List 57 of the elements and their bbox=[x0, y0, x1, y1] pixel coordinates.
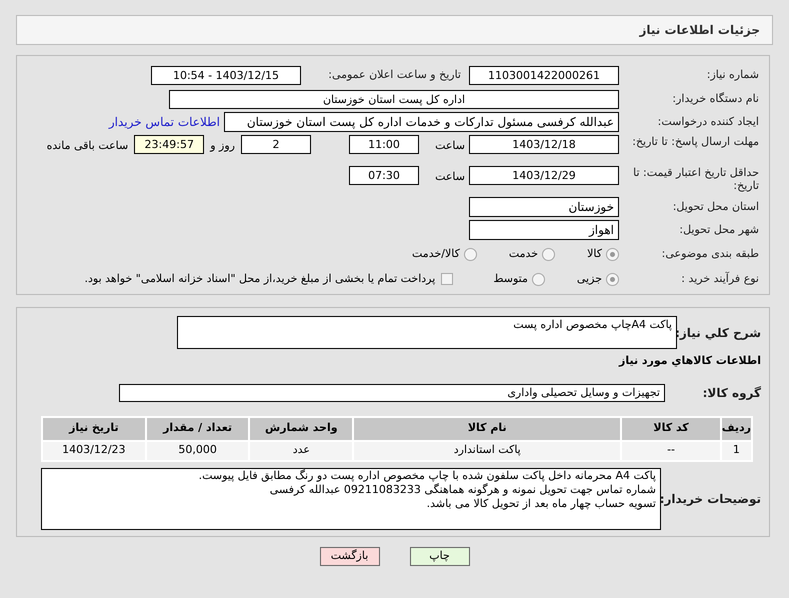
field-label: استان محل تحویل: bbox=[672, 198, 759, 215]
field-value: عبدالله کرفسی مسئول تدارکات و خدمات اداره کل پست استان خوزستان bbox=[224, 112, 619, 132]
column-header: تعداد / مقدار bbox=[146, 416, 250, 440]
radio-button[interactable] bbox=[606, 248, 619, 260]
field-label: گروه کالا: bbox=[702, 384, 761, 402]
radio-label: متوسط bbox=[493, 270, 528, 287]
checkbox[interactable] bbox=[441, 273, 454, 285]
field-label: شماره نیاز: bbox=[706, 66, 759, 83]
page-header: جزئیات اطلاعات نیاز bbox=[16, 15, 773, 45]
field-label: توضیحات خریدار: bbox=[661, 490, 761, 508]
buyer-contact-link[interactable]: اطلاعات تماس خریدار bbox=[108, 113, 220, 131]
radio-label: کالا/خدمت bbox=[412, 246, 460, 262]
field-text: ساعت باقی مانده bbox=[46, 138, 128, 154]
column-header: واحد شمارش bbox=[249, 416, 354, 440]
notes-textarea[interactable]: پاکت A4 محرمانه داخل پاکت سلفون شده با چاپ مخصوص اداره پست دو رنگ مطابق فایل پیوست. شماره تماس جهت تحویل نمونه و هرگونه هماهنگی 09211083233 عبدالله کرفسی تسویه حساب چهار ماه بعد از تحویل کالا می باشد. bbox=[41, 468, 661, 530]
field-value: 1403/12/29 bbox=[469, 166, 619, 185]
field-value: 1403/12/15 - 10:54 bbox=[151, 66, 301, 84]
field-value: خوزستان bbox=[469, 197, 619, 217]
field-value: 07:30 bbox=[349, 166, 419, 185]
field-label: حداقل تاریخ اعتبار قیمت: تا تاریخ: bbox=[632, 166, 759, 192]
field-label: نوع فرآیند خرید : bbox=[680, 270, 759, 287]
field-text: ساعت bbox=[434, 169, 466, 185]
column-header: کد کالا bbox=[621, 416, 721, 440]
field-value: اهواز bbox=[469, 220, 619, 240]
radio-button[interactable] bbox=[606, 272, 619, 286]
column-header: تاریخ نیاز bbox=[42, 416, 146, 440]
field-value: 1403/12/18 bbox=[469, 135, 619, 154]
field-value: 2 bbox=[241, 135, 311, 154]
section-heading: اطلاعات کالاهاي مورد نياز bbox=[618, 353, 761, 369]
field-text: روز و bbox=[210, 138, 235, 154]
countdown-value: 23:49:57 bbox=[134, 135, 204, 154]
field-value: 11:00 bbox=[349, 135, 419, 154]
radio-label: خدمت bbox=[508, 246, 538, 262]
field-text: ساعت bbox=[434, 138, 466, 154]
field-label: مهلت ارسال پاسخ: تا تاریخ: bbox=[631, 135, 759, 148]
radio-button[interactable] bbox=[464, 248, 477, 260]
table-cell: 1 bbox=[720, 440, 752, 460]
back-button[interactable]: بازگشت bbox=[320, 546, 380, 566]
description-textarea[interactable]: پاکت A4چاپ مخصوص اداره پست bbox=[177, 316, 677, 349]
field-label: شهر محل تحویل: bbox=[678, 222, 759, 238]
field-label: ایجاد کننده درخواست: bbox=[656, 114, 759, 130]
table-cell: پاکت استاندارد bbox=[353, 440, 622, 460]
radio-label: جزیی bbox=[576, 270, 602, 287]
field-value: اداره کل پست استان خوزستان bbox=[169, 90, 619, 108]
column-header: ردیف bbox=[720, 416, 752, 440]
print-button[interactable]: چاپ bbox=[410, 546, 470, 566]
field-label: تاریخ و ساعت اعلان عمومی: bbox=[327, 66, 461, 83]
field-value: 1103001422000261 bbox=[469, 66, 619, 84]
radio-button[interactable] bbox=[532, 272, 545, 286]
field-label: طبقه بندی موضوعی: bbox=[660, 246, 759, 262]
column-header: نام کالا bbox=[353, 416, 622, 440]
field-label: نام دستگاه خریدار: bbox=[671, 90, 759, 107]
radio-label: کالا bbox=[587, 246, 602, 262]
radio-button[interactable] bbox=[542, 248, 556, 260]
checkbox-label: پرداخت تمام یا بخشی از مبلغ خرید،از محل "اسناد خزانه اسلامی" خواهد بود. bbox=[84, 270, 436, 287]
field-value: تجهیزات و وسایل تحصیلی واداری bbox=[119, 384, 665, 402]
field-label: شرح کلي نیاز: bbox=[677, 324, 761, 342]
